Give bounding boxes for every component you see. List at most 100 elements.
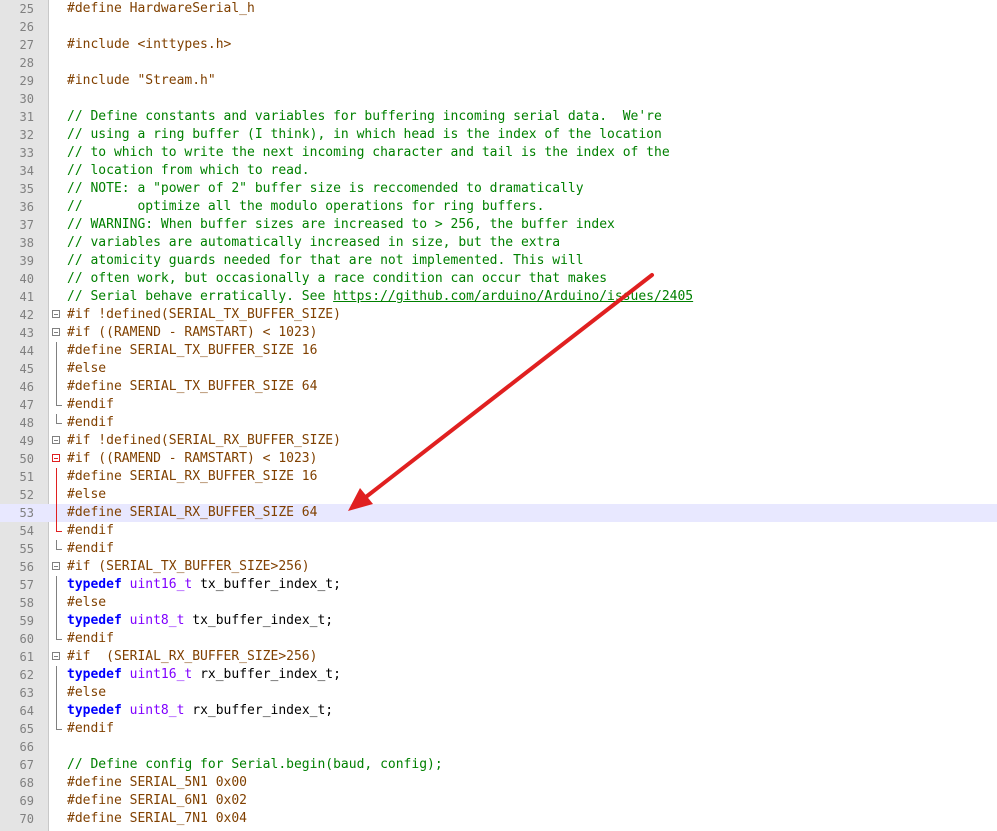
code-line[interactable]: 33 // to which to write the next incoming…: [0, 144, 997, 162]
line-number: 33: [19, 146, 34, 160]
code-line[interactable]: 30: [0, 90, 997, 108]
code-line[interactable]: 61 #if (SERIAL_RX_BUFFER_SIZE>256): [0, 648, 997, 666]
fold-toggle-icon[interactable]: [51, 306, 63, 324]
code-line[interactable]: 38 // variables are automatically increas…: [0, 234, 997, 252]
code-line[interactable]: 57 typedef uint16_t tx_buffer_index_t;: [0, 576, 997, 594]
code-line[interactable]: 52 #else: [0, 486, 997, 504]
code-line[interactable]: 44 #define SERIAL_TX_BUFFER_SIZE 16: [0, 342, 997, 360]
line-number: 32: [19, 128, 34, 142]
code-line[interactable]: 32 // using a ring buffer (I think), in w…: [0, 126, 997, 144]
code-line[interactable]: 46 #define SERIAL_TX_BUFFER_SIZE 64: [0, 378, 997, 396]
line-code: // Serial behave erratically. See https:…: [67, 288, 693, 306]
fold-guide: [51, 666, 63, 684]
line-code: typedef uint8_t rx_buffer_index_t;: [67, 702, 333, 720]
fold-guide: [51, 630, 63, 648]
code-lines[interactable]: 25 #define HardwareSerial_h 26 27 #include <…: [0, 0, 997, 828]
code-line[interactable]: 59 typedef uint8_t tx_buffer_index_t;: [0, 612, 997, 630]
line-number: 61: [19, 650, 34, 664]
line-number: 29: [19, 74, 34, 88]
line-code: // using a ring buffer (I think), in whi…: [67, 126, 662, 144]
code-token: // Serial behave erratically. See: [67, 289, 334, 304]
line-number: 69: [19, 794, 34, 808]
code-token: #else: [67, 487, 107, 502]
code-line[interactable]: 68 #define SERIAL_5N1 0x00: [0, 774, 997, 792]
code-token: // atomicity guards needed for that are …: [67, 253, 584, 268]
code-line[interactable]: 65 #endif: [0, 720, 997, 738]
code-line[interactable]: 53 #define SERIAL_RX_BUFFER_SIZE 64: [0, 504, 997, 522]
code-line[interactable]: 60 #endif: [0, 630, 997, 648]
code-line[interactable]: 39 // atomicity guards needed for that ar…: [0, 252, 997, 270]
code-token: tx_buffer_index_t;: [184, 613, 334, 628]
code-token: // NOTE: a "power of 2" buffer size is r…: [67, 181, 584, 196]
code-line[interactable]: 37 // WARNING: When buffer sizes are incr…: [0, 216, 997, 234]
line-code: #if !defined(SERIAL_TX_BUFFER_SIZE): [67, 306, 341, 324]
line-number: 39: [19, 254, 34, 268]
line-number: 36: [19, 200, 34, 214]
line-code: #if ((RAMEND - RAMSTART) < 1023): [67, 324, 317, 342]
line-number: 55: [19, 542, 34, 556]
line-number: 42: [19, 308, 34, 322]
code-line[interactable]: 43 #if ((RAMEND - RAMSTART) < 1023): [0, 324, 997, 342]
code-editor[interactable]: 25 #define HardwareSerial_h 26 27 #include <…: [0, 0, 997, 831]
line-code: #define SERIAL_RX_BUFFER_SIZE 16: [67, 468, 317, 486]
code-line[interactable]: 58 #else: [0, 594, 997, 612]
issue-link[interactable]: https://github.com/arduino/Arduino/issue…: [333, 289, 693, 304]
line-number: 31: [19, 110, 34, 124]
line-number: 28: [19, 56, 34, 70]
code-line[interactable]: 56 #if (SERIAL_TX_BUFFER_SIZE>256): [0, 558, 997, 576]
code-line[interactable]: 41 // Serial behave erratically. See http…: [0, 288, 997, 306]
code-line[interactable]: 51 #define SERIAL_RX_BUFFER_SIZE 16: [0, 468, 997, 486]
code-line[interactable]: 63 #else: [0, 684, 997, 702]
fold-toggle-icon[interactable]: [51, 648, 63, 666]
line-number: 67: [19, 758, 34, 772]
code-line[interactable]: 69 #define SERIAL_6N1 0x02: [0, 792, 997, 810]
line-number: 25: [19, 2, 34, 16]
line-number: 62: [19, 668, 34, 682]
fold-toggle-icon[interactable]: [51, 450, 63, 468]
code-line[interactable]: 49 #if !defined(SERIAL_RX_BUFFER_SIZE): [0, 432, 997, 450]
code-line[interactable]: 25 #define HardwareSerial_h: [0, 0, 997, 18]
code-token: // WARNING: When buffer sizes are increa…: [67, 217, 615, 232]
code-line[interactable]: 54 #endif: [0, 522, 997, 540]
code-token: #endif: [67, 397, 114, 412]
code-token: tx_buffer_index_t;: [192, 577, 341, 592]
code-line[interactable]: 40 // often work, but occasionally a race…: [0, 270, 997, 288]
code-line[interactable]: 70 #define SERIAL_7N1 0x04: [0, 810, 997, 828]
line-number: 66: [19, 740, 34, 754]
line-number: 52: [19, 488, 34, 502]
fold-toggle-icon[interactable]: [51, 558, 63, 576]
code-token: #if !defined(SERIAL_RX_BUFFER_SIZE): [67, 433, 341, 448]
line-number: 34: [19, 164, 34, 178]
code-line[interactable]: 26: [0, 18, 997, 36]
line-number: 58: [19, 596, 34, 610]
code-line[interactable]: 36 // optimize all the modulo operations …: [0, 198, 997, 216]
code-line[interactable]: 50 #if ((RAMEND - RAMSTART) < 1023): [0, 450, 997, 468]
line-number: 46: [19, 380, 34, 394]
code-line[interactable]: 35 // NOTE: a "power of 2" buffer size is…: [0, 180, 997, 198]
code-line[interactable]: 47 #endif: [0, 396, 997, 414]
fold-toggle-icon[interactable]: [51, 324, 63, 342]
code-line[interactable]: 34 // location from which to read.: [0, 162, 997, 180]
code-line[interactable]: 55 #endif: [0, 540, 997, 558]
line-code: #else: [67, 594, 106, 612]
line-code: #endif: [67, 522, 114, 540]
code-token: #include "Stream.h": [67, 73, 216, 88]
code-line[interactable]: 27 #include <inttypes.h>: [0, 36, 997, 54]
line-number: 59: [19, 614, 34, 628]
code-line[interactable]: 28: [0, 54, 997, 72]
fold-toggle-icon[interactable]: [51, 432, 63, 450]
code-line[interactable]: 62 typedef uint16_t rx_buffer_index_t;: [0, 666, 997, 684]
code-token: // variables are automatically increased…: [67, 235, 561, 250]
code-line[interactable]: 31 // Define constants and variables for …: [0, 108, 997, 126]
code-line[interactable]: 67 // Define config for Serial.begin(baud…: [0, 756, 997, 774]
line-code: // variables are automatically increased…: [67, 234, 560, 252]
code-line[interactable]: 29 #include "Stream.h": [0, 72, 997, 90]
code-line[interactable]: 66: [0, 738, 997, 756]
line-code: #endif: [67, 540, 114, 558]
line-code: #else: [67, 360, 106, 378]
code-line[interactable]: 42 #if !defined(SERIAL_TX_BUFFER_SIZE): [0, 306, 997, 324]
code-line[interactable]: 45 #else: [0, 360, 997, 378]
code-line[interactable]: 64 typedef uint8_t rx_buffer_index_t;: [0, 702, 997, 720]
code-line[interactable]: 48 #endif: [0, 414, 997, 432]
